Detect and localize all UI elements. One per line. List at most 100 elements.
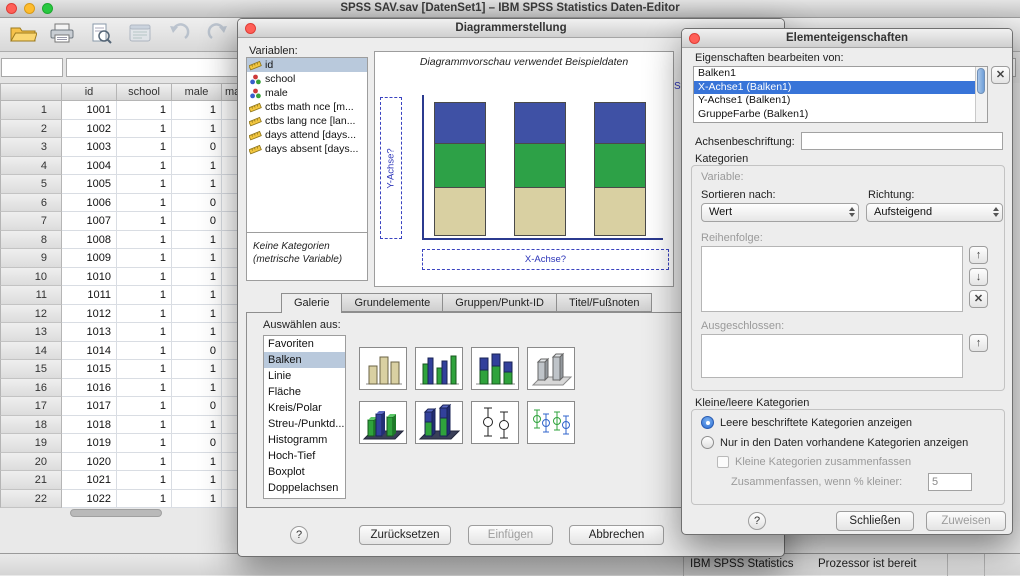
- main-window-titlebar[interactable]: SPSS SAV.sav [DatenSet1] – IBM SPSS Stat…: [0, 0, 1020, 18]
- undo-button[interactable]: [164, 22, 194, 48]
- cell-male[interactable]: 1: [172, 249, 222, 268]
- move-down-button[interactable]: ↓: [969, 268, 988, 286]
- cell-school[interactable]: 1: [117, 304, 172, 323]
- x-axis-drop-zone[interactable]: X-Achse?: [422, 249, 669, 270]
- gallery-thumbnail-error-bar[interactable]: [471, 401, 519, 444]
- cell-school[interactable]: 1: [117, 138, 172, 157]
- row-number[interactable]: 5: [0, 175, 62, 194]
- cell-id[interactable]: 1016: [62, 378, 117, 397]
- zoom-window-button[interactable]: [42, 3, 53, 14]
- row-number[interactable]: 15: [0, 360, 62, 379]
- gallery-category-item[interactable]: Hoch-Tief: [264, 448, 345, 464]
- cell-id[interactable]: 1020: [62, 452, 117, 471]
- close-dialog-button[interactable]: [689, 33, 700, 44]
- cell-male[interactable]: 1: [172, 471, 222, 490]
- cell-reference-box[interactable]: [1, 58, 63, 77]
- cell-male[interactable]: 0: [172, 138, 222, 157]
- apply-button[interactable]: Zuweisen: [926, 511, 1006, 531]
- row-number[interactable]: 11: [0, 286, 62, 305]
- cell-male[interactable]: 1: [172, 101, 222, 120]
- list-scrollbar[interactable]: [975, 67, 987, 122]
- row-number[interactable]: 19: [0, 434, 62, 453]
- gallery-category-item[interactable]: Favoriten: [264, 336, 345, 352]
- cell-male[interactable]: 1: [172, 267, 222, 286]
- row-number[interactable]: 1: [0, 101, 62, 120]
- cell-male[interactable]: 1: [172, 286, 222, 305]
- row-number[interactable]: 20: [0, 452, 62, 471]
- cell-id[interactable]: 1019: [62, 434, 117, 453]
- row-number[interactable]: 3: [0, 138, 62, 157]
- cell-id[interactable]: 1011: [62, 286, 117, 305]
- variable-item[interactable]: days attend [days...: [247, 128, 367, 142]
- gallery-thumbnail-3d-clustered-bar[interactable]: [359, 401, 407, 444]
- radio-data-only-categories[interactable]: [701, 436, 714, 449]
- column-header-id[interactable]: id: [62, 83, 117, 101]
- row-number[interactable]: 2: [0, 119, 62, 138]
- cell-school[interactable]: 1: [117, 434, 172, 453]
- cell-id[interactable]: 1006: [62, 193, 117, 212]
- column-header-male[interactable]: male: [172, 83, 222, 101]
- cancel-button[interactable]: Abbrechen: [569, 525, 664, 545]
- scrollbar-thumb[interactable]: [977, 68, 985, 94]
- close-button[interactable]: Schließen: [836, 511, 914, 531]
- row-number[interactable]: 12: [0, 304, 62, 323]
- remove-element-button[interactable]: ✕: [991, 66, 1010, 84]
- axis-label-input[interactable]: [801, 132, 1003, 150]
- grid-horizontal-scrollbar[interactable]: [70, 509, 162, 517]
- cell-school[interactable]: 1: [117, 341, 172, 360]
- cell-id[interactable]: 1010: [62, 267, 117, 286]
- cell-school[interactable]: 1: [117, 175, 172, 194]
- variable-item[interactable]: ctbs lang nce [lan...: [247, 114, 367, 128]
- cell-male[interactable]: 1: [172, 156, 222, 175]
- cell-id[interactable]: 1022: [62, 489, 117, 508]
- gallery-thumbnail-3d-stacked-bar[interactable]: [415, 401, 463, 444]
- row-number[interactable]: 6: [0, 193, 62, 212]
- row-number[interactable]: 4: [0, 156, 62, 175]
- cell-male[interactable]: 1: [172, 360, 222, 379]
- cell-school[interactable]: 1: [117, 212, 172, 231]
- property-item[interactable]: Y-Achse1 (Balken1): [694, 94, 987, 108]
- gallery-category-item[interactable]: Fläche: [264, 384, 345, 400]
- collapse-threshold-input[interactable]: [928, 473, 972, 491]
- gallery-category-item[interactable]: Doppelachsen: [264, 480, 345, 496]
- cell-id[interactable]: 1017: [62, 397, 117, 416]
- row-number[interactable]: 9: [0, 249, 62, 268]
- row-number[interactable]: 7: [0, 212, 62, 231]
- row-number[interactable]: 18: [0, 415, 62, 434]
- cell-school[interactable]: 1: [117, 286, 172, 305]
- cell-male[interactable]: 1: [172, 175, 222, 194]
- cell-id[interactable]: 1008: [62, 230, 117, 249]
- row-number[interactable]: 22: [0, 489, 62, 508]
- cell-male[interactable]: 1: [172, 489, 222, 508]
- cell-school[interactable]: 1: [117, 101, 172, 120]
- row-number[interactable]: 21: [0, 471, 62, 490]
- cell-male[interactable]: 1: [172, 230, 222, 249]
- redo-button[interactable]: [203, 22, 233, 48]
- variable-item[interactable]: ctbs math nce [m...: [247, 100, 367, 114]
- cell-id[interactable]: 1003: [62, 138, 117, 157]
- row-number[interactable]: 14: [0, 341, 62, 360]
- row-number[interactable]: 17: [0, 397, 62, 416]
- row-number[interactable]: 8: [0, 230, 62, 249]
- cell-id[interactable]: 1001: [62, 101, 117, 120]
- cell-id[interactable]: 1014: [62, 341, 117, 360]
- cell-male[interactable]: 1: [172, 452, 222, 471]
- close-window-button[interactable]: [6, 3, 17, 14]
- property-item[interactable]: Balken1: [694, 67, 987, 81]
- cell-male[interactable]: 1: [172, 415, 222, 434]
- cell-school[interactable]: 1: [117, 471, 172, 490]
- cell-male[interactable]: 1: [172, 378, 222, 397]
- move-up-button[interactable]: ↑: [969, 246, 988, 264]
- recall-dialogs-button[interactable]: [125, 22, 155, 48]
- cell-school[interactable]: 1: [117, 452, 172, 471]
- gallery-thumbnail-3d-bar[interactable]: [527, 347, 575, 390]
- excluded-listbox[interactable]: [701, 334, 963, 378]
- paste-button[interactable]: Einfügen: [468, 525, 553, 545]
- cell-id[interactable]: 1005: [62, 175, 117, 194]
- cell-school[interactable]: 1: [117, 249, 172, 268]
- cell-school[interactable]: 1: [117, 119, 172, 138]
- cell-male[interactable]: 1: [172, 119, 222, 138]
- cell-school[interactable]: 1: [117, 230, 172, 249]
- cell-male[interactable]: 0: [172, 212, 222, 231]
- gallery-category-item[interactable]: Linie: [264, 368, 345, 384]
